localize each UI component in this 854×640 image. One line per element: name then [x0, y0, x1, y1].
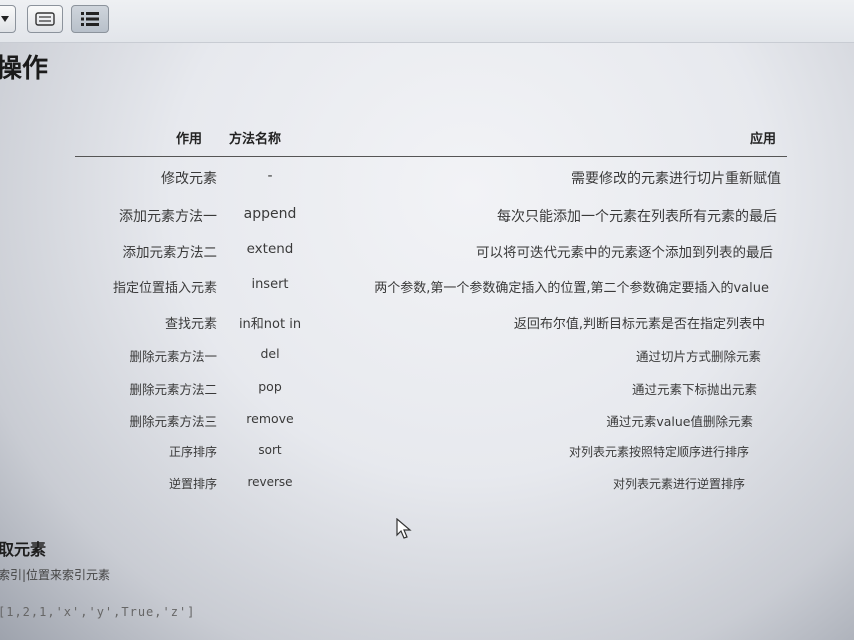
- keyboard-button[interactable]: [27, 5, 63, 33]
- methods-table: 作用 方法名称 应用 修改元素 - 需要修改的元素进行切片重新赋值添加元素方法一 ap…: [0, 0, 854, 640]
- cell-role: 正序排序: [168, 445, 217, 459]
- cell-role: 逆置排序: [168, 477, 217, 491]
- cell-role: 指定位置插入元素: [112, 281, 217, 296]
- cell-role: 删除元素方法一: [129, 349, 217, 364]
- cell-method: del: [260, 346, 280, 361]
- cell-role: 修改元素: [161, 171, 217, 187]
- cell-application: 通过切片方式删除元素: [635, 349, 761, 364]
- dropdown-button[interactable]: [0, 5, 16, 33]
- cell-role: 删除元素方法三: [129, 414, 217, 429]
- section-description: 索引|位置来索引元素: [0, 568, 111, 582]
- dropdown-arrow-icon: [1, 16, 9, 22]
- cell-role: 添加元素方法一: [119, 209, 217, 225]
- cell-application: 需要修改的元素进行切片重新赋值: [571, 171, 781, 187]
- cell-method: remove: [246, 411, 294, 426]
- mouse-pointer-icon: [396, 518, 412, 539]
- cell-application: 通过元素下标抛出元素: [631, 382, 757, 397]
- cell-application: 返回布尔值,判断目标元素是否在指定列表中: [513, 317, 765, 332]
- list-view-icon: [81, 12, 99, 26]
- cell-application: 可以将可迭代元素中的元素逐个添加到列表的最后: [476, 245, 773, 261]
- code-example: [1,2,1,'x','y',True,'z']: [0, 605, 196, 619]
- cell-role: 查找元素: [164, 317, 217, 332]
- cell-method: pop: [258, 379, 282, 394]
- cell-application: 两个参数,第一个参数确定插入的位置,第二个参数确定要插入的value: [374, 281, 769, 296]
- keyboard-icon: [35, 12, 55, 26]
- header-method: 方法名称: [229, 132, 282, 147]
- toolbar: [0, 0, 854, 43]
- cell-method: append: [243, 206, 297, 222]
- list-view-button[interactable]: [71, 5, 109, 33]
- cell-application: 对列表元素按照特定顺序进行排序: [568, 445, 749, 459]
- cell-role: 删除元素方法二: [129, 382, 217, 397]
- cell-method: in和not in: [238, 317, 302, 332]
- cell-application: 对列表元素进行逆置排序: [612, 477, 745, 491]
- header-role: 作用: [176, 132, 203, 147]
- cell-method: -: [267, 168, 273, 184]
- cell-method: extend: [246, 241, 294, 257]
- cell-method: sort: [258, 443, 282, 457]
- page-title: 操作: [0, 54, 49, 84]
- cell-method: reverse: [247, 475, 293, 489]
- cell-method: insert: [251, 277, 289, 292]
- cell-application: 每次只能添加一个元素在列表所有元素的最后: [497, 209, 777, 225]
- cell-role: 添加元素方法二: [122, 245, 218, 261]
- cell-application: 通过元素value值删除元素: [606, 414, 753, 429]
- section-title: 取元素: [0, 540, 47, 559]
- header-application: 应用: [750, 132, 777, 147]
- header-divider: [75, 156, 787, 157]
